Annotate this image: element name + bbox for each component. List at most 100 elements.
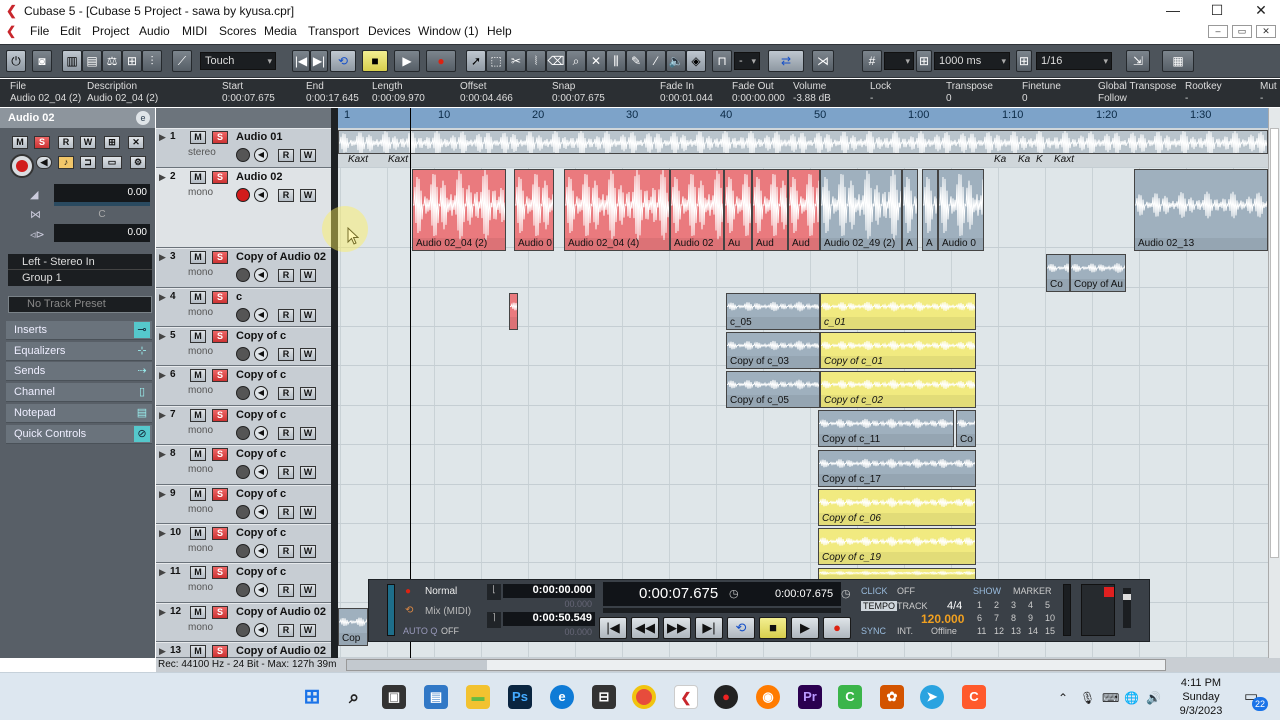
expand-arrow-icon[interactable]: ▶ — [159, 292, 166, 303]
expand-arrow-icon[interactable]: ▶ — [159, 370, 166, 381]
track-lane[interactable] — [338, 485, 1268, 524]
audio-event[interactable]: Cop — [338, 608, 368, 646]
audio-event[interactable]: c_05 — [726, 293, 820, 330]
info-value[interactable]: - — [1260, 93, 1263, 104]
menu-transport[interactable]: Transport — [308, 24, 359, 38]
timeline-ruler[interactable]: 1 10 20 30 40 50 1:00 1:10 1:20 1:30 — [338, 108, 1268, 128]
solo-button[interactable]: S — [34, 136, 50, 149]
audio-event[interactable]: Audio 0 — [938, 169, 984, 251]
track-solo-button[interactable]: S — [212, 251, 228, 264]
transport-stop-button[interactable]: ■ — [759, 617, 787, 639]
marker-label[interactable]: Kaxt — [348, 154, 368, 165]
color-tool-icon[interactable]: ◈ — [686, 50, 706, 72]
track-monitor-icon[interactable]: ◀ — [254, 308, 268, 322]
edit-channel-icon[interactable]: e — [136, 111, 150, 125]
section-equalizers[interactable]: Equalizers ⊹ — [6, 342, 152, 361]
play-tool-icon[interactable]: 🔈 — [666, 50, 686, 72]
track-row[interactable]: ▶ 2 M S Audio 02 mono ◀ R W — [156, 168, 332, 248]
expand-arrow-icon[interactable]: ▶ — [159, 528, 166, 539]
goto-start-button[interactable]: |◀ — [599, 617, 627, 639]
track-name[interactable]: Copy of c — [236, 488, 286, 500]
read-automation-button[interactable]: R — [58, 136, 74, 149]
track-read-button[interactable]: R — [278, 348, 294, 361]
show-markers-label[interactable]: SHOW — [973, 586, 1001, 596]
audio-event[interactable]: Aud — [788, 169, 820, 251]
track-write-button[interactable]: W — [300, 149, 316, 162]
info-value[interactable]: 0 — [1022, 93, 1028, 104]
secondary-time-display[interactable]: 0:00:07.675 — [775, 588, 833, 600]
info-value[interactable]: 0:00:09.970 — [372, 93, 425, 104]
track-read-button[interactable]: R — [278, 309, 294, 322]
cubase-taskbar-icon[interactable]: ❮ — [674, 685, 698, 709]
track-lane[interactable] — [338, 248, 1268, 288]
track-read-button[interactable]: R — [278, 269, 294, 282]
marker-locate-button[interactable]: 7 — [994, 613, 999, 623]
system-clock[interactable]: 4:11 PM Sunday 9/3/2023 — [1168, 676, 1234, 718]
audio-event[interactable]: Aud — [752, 169, 788, 251]
photoshop-icon[interactable]: Ps — [508, 685, 532, 709]
widgets-icon[interactable]: ▤ — [424, 685, 448, 709]
track-lane[interactable] — [338, 406, 1268, 445]
audio-01-event[interactable] — [338, 130, 1268, 154]
track-monitor-icon[interactable]: ◀ — [254, 505, 268, 519]
audio-event[interactable]: Audio 02 — [670, 169, 724, 251]
zoom-tool-icon[interactable]: ⌕ — [566, 50, 586, 72]
info-value[interactable]: 0:00:07.675 — [222, 93, 275, 104]
track-record-enable-icon[interactable] — [236, 268, 250, 282]
track-record-enable-icon[interactable] — [236, 188, 250, 202]
marker-locate-button[interactable]: 14 — [1028, 626, 1038, 636]
track-mute-button[interactable]: M — [190, 606, 206, 619]
track-record-enable-icon[interactable] — [236, 623, 250, 637]
info-value[interactable]: - — [870, 93, 873, 104]
track-name[interactable]: Copy of c — [236, 448, 286, 460]
info-value[interactable]: 0:00:07.675 — [552, 93, 605, 104]
cycle-record-mode-select[interactable]: Mix (MIDI) — [403, 606, 479, 620]
project-cursor[interactable] — [410, 108, 411, 658]
expand-arrow-icon[interactable]: ▶ — [159, 607, 166, 618]
volume-field[interactable]: 0.00 — [54, 184, 150, 202]
left-locator-icon[interactable]: ⌊ — [487, 584, 501, 600]
time-format-icon[interactable]: ◷ — [729, 587, 739, 600]
marker-label[interactable]: Ka — [1018, 154, 1030, 165]
track-write-button[interactable]: W — [300, 427, 316, 440]
track-name[interactable]: Copy of Audio 02 — [236, 645, 326, 657]
track-record-enable-icon[interactable] — [236, 465, 250, 479]
auto-quantize-state[interactable]: OFF — [441, 626, 459, 636]
task-view-icon[interactable]: ▣ — [382, 685, 406, 709]
section-notepad[interactable]: Notepad ▤ — [6, 404, 152, 423]
menu-project[interactable]: Project — [92, 24, 129, 38]
left-locator-time[interactable]: 0:00:00.000 — [503, 584, 595, 598]
track-record-enable-icon[interactable] — [236, 426, 250, 440]
track-name[interactable]: Copy of c — [236, 330, 286, 342]
project-position-slider[interactable] — [603, 608, 841, 613]
show-mixer-icon[interactable]: ⫶ — [142, 50, 162, 72]
microphone-icon[interactable]: 🎙 — [1080, 691, 1095, 705]
audio-event[interactable]: Audio 0 — [514, 169, 554, 251]
info-value[interactable]: 0:00:00.000 — [732, 93, 785, 104]
mdi-restore-button[interactable]: ▭ — [1232, 25, 1252, 38]
split-tool-icon[interactable]: ✂ — [506, 50, 526, 72]
marker-locate-button[interactable]: 1 — [977, 600, 982, 610]
stop-icon[interactable]: ■ — [362, 50, 388, 72]
tempo-value[interactable]: 120.000 — [921, 612, 964, 626]
mute-button[interactable]: M — [12, 136, 28, 149]
right-locator-icon[interactable]: ⌉ — [487, 612, 501, 628]
track-mute-button[interactable]: M — [190, 448, 206, 461]
audio-event[interactable]: c_01 — [820, 293, 976, 330]
track-row[interactable]: ▶ 3 M S Copy of Audio 02 mono ◀ R W — [156, 248, 332, 288]
marker-locate-button[interactable]: 5 — [1045, 600, 1050, 610]
marker-label[interactable]: Ka — [994, 154, 1006, 165]
track-row[interactable]: ▶ 6 M S Copy of c mono ◀ R W — [156, 366, 332, 406]
snap-zero-crossing-icon[interactable]: ⋊ — [812, 50, 834, 72]
marker-locate-button[interactable]: 4 — [1028, 600, 1033, 610]
track-solo-button[interactable]: S — [212, 330, 228, 343]
expand-arrow-icon[interactable]: ▶ — [159, 132, 166, 143]
track-mute-button[interactable]: M — [190, 409, 206, 422]
timebase-icon[interactable]: ⊐ — [80, 156, 96, 169]
marker-locate-button[interactable]: 10 — [1045, 613, 1055, 623]
track-monitor-icon[interactable]: ◀ — [254, 465, 268, 479]
time-signature[interactable]: 4/4 — [947, 600, 962, 612]
track-lane[interactable] — [338, 524, 1268, 563]
info-value[interactable]: 0:00:04.466 — [460, 93, 513, 104]
track-row[interactable]: ▶ 11 M S Copy of c mono ◀ R W — [156, 563, 332, 603]
